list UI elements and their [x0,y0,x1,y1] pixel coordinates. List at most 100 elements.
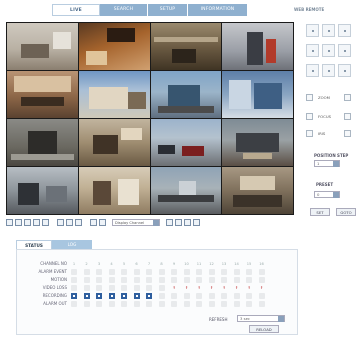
alarm-out-indicator [158,301,165,307]
camera-view[interactable] [150,71,222,118]
ptz-up-left-button[interactable] [306,24,319,37]
camera-view[interactable] [150,167,222,214]
tools-icon[interactable] [90,218,97,226]
recording-indicator [83,293,90,299]
zoom-out-button[interactable] [306,94,313,101]
ptz-right-button[interactable] [338,44,351,57]
alarm-out-indicator [233,301,240,307]
alarm-event-indicator [146,269,152,275]
camera-view[interactable] [222,71,293,118]
fullscreen-icon[interactable] [42,218,49,226]
layout-9-icon[interactable] [24,218,31,226]
camera-view[interactable] [78,119,150,166]
video-loss-indicator: ↑ [234,286,238,290]
preset-goto-button[interactable]: GOTO [336,208,356,216]
recording-indicator [96,293,102,299]
capture-icon[interactable] [184,218,191,226]
alarm-out-indicator [246,301,252,307]
camera-view[interactable] [7,71,78,118]
status-panel: CHANNEL NO 1 2 3 4 5 6 7 8 9 10 11 12 13 14 15 16 ALARM… [16,249,298,335]
recording-indicator [146,293,152,299]
camera-view[interactable] [78,167,150,214]
channel-number: 9 [172,262,176,266]
ptz-up-right-button[interactable] [338,24,351,37]
print-icon[interactable] [193,218,200,226]
close-icon[interactable] [75,218,82,226]
tab-setup[interactable]: SETUP [148,4,188,16]
recording-indicator [71,293,77,299]
camera-view[interactable] [7,119,78,166]
sequence-icon[interactable] [57,218,64,226]
layout-4-icon[interactable] [15,218,22,226]
recording-indicator [233,293,240,299]
reload-button[interactable]: RELOAD [249,325,279,333]
ptz-down-right-button[interactable] [338,64,351,77]
motion-indicator [171,277,177,283]
focus-control: FOCUS [306,113,358,121]
layout-1-icon[interactable] [6,218,13,226]
tab-information[interactable]: INFORMATION [188,4,248,16]
zoom-in-button[interactable] [344,94,351,101]
row-label: MOTION [50,277,67,282]
ptz-direction-pad [306,24,358,82]
recording-indicator [171,293,177,299]
focus-label: FOCUS [318,114,332,119]
channel-number: 16 [259,262,264,266]
display-channel-select[interactable]: Display Channel [112,218,160,226]
preset-select[interactable]: 0 [314,191,340,198]
recording-indicator [208,293,215,299]
focus-near-button[interactable] [306,113,313,120]
camera-view[interactable] [7,23,78,70]
camera-view[interactable] [150,23,222,70]
channel-number: 8 [160,262,163,266]
ptz-home-button[interactable] [322,44,335,57]
row-label: VIDEO LOSS [42,285,67,290]
tab-live[interactable]: LIVE [52,4,100,16]
refresh-select[interactable]: 3 sec [237,315,285,322]
alarm-event-indicator [121,269,127,275]
video-loss-indicator: ↑ [197,286,201,290]
camera-view[interactable] [222,167,293,214]
settings-icon[interactable] [175,218,182,226]
motion-indicator [258,277,265,283]
main-nav: LIVE SEARCH SETUP INFORMATION [52,4,248,16]
ptz-down-left-button[interactable] [306,64,319,77]
focus-far-button[interactable] [344,113,351,120]
status-row-channel: CHANNEL NO 1 2 3 4 5 6 7 8 9 10 11 12 13 14 15 16 [17,260,297,268]
layout-16-icon[interactable] [33,218,40,226]
recording-indicator [133,293,140,299]
iris-close-button[interactable] [306,130,313,137]
channel-number: 12 [209,262,214,266]
camera-view[interactable] [78,71,150,118]
tab-search[interactable]: SEARCH [100,4,148,16]
row-label: CHANNEL NO [40,261,67,266]
camera-view[interactable] [222,23,293,70]
zoom-label: ZOOM [318,95,330,100]
motion-indicator [158,277,165,283]
camera-view[interactable] [7,167,78,214]
position-step-select[interactable]: 1 [314,160,340,167]
refresh-label: REFRESH [209,317,228,322]
channel-number: 3 [97,262,101,266]
video-loss-indicator: ↑ [247,286,251,290]
ptz-down-button[interactable] [322,64,335,77]
motion-indicator [208,277,215,283]
freeze-icon[interactable] [66,218,73,226]
row-label: RECORDING [42,293,67,298]
preset-set-button[interactable]: SET [310,208,330,216]
alarm-event-indicator [258,269,265,275]
record-icon[interactable] [166,218,173,226]
camera-view[interactable] [150,119,222,166]
chevron-down-icon [153,219,159,226]
ptz-up-button[interactable] [322,24,335,37]
motion-indicator [108,277,115,283]
ptz-left-button[interactable] [306,44,319,57]
zoom-control: ZOOM [306,94,358,102]
iris-open-button[interactable] [344,130,351,137]
video-loss-indicator [83,285,90,291]
alarm-event-indicator [183,269,190,275]
camera-view[interactable] [222,119,293,166]
camera-view[interactable] [78,23,150,70]
audio-icon[interactable] [99,218,106,226]
alarm-event-indicator [133,269,140,275]
